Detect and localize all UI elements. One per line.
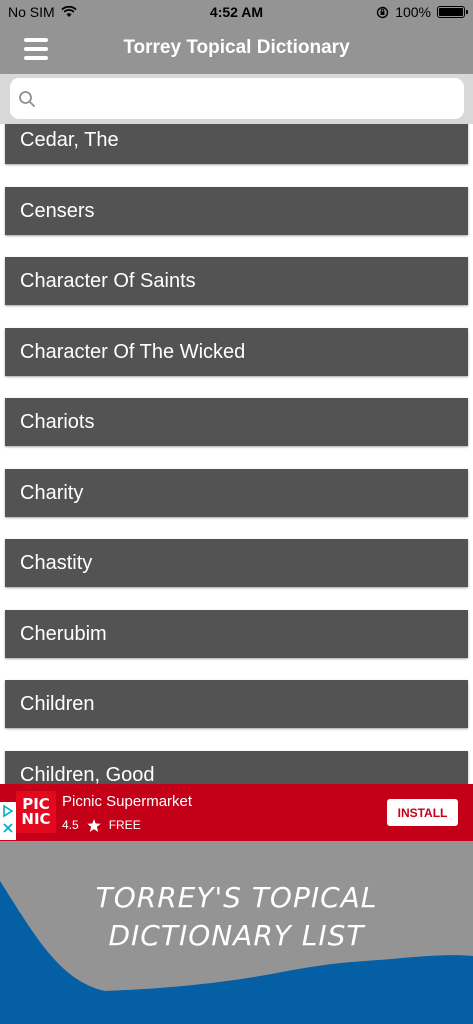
status-right: 100% <box>376 4 468 20</box>
search-icon <box>19 91 35 107</box>
list-item[interactable]: Chariots <box>5 398 468 446</box>
battery-percent: 100% <box>395 4 431 20</box>
topic-list: Cedar, The Censers Character Of Saints C… <box>0 124 473 784</box>
battery-icon <box>437 6 468 18</box>
bottom-banner: TORREY'S TOPICAL DICTIONARY LIST <box>0 841 473 1024</box>
banner-line1: TORREY'S TOPICAL <box>95 881 378 914</box>
list-item[interactable]: Cedar, The <box>5 124 468 164</box>
ad-banner[interactable]: PIC NIC Picnic Supermarket 4.5 FREE INST… <box>0 784 473 841</box>
orientation-lock-icon <box>376 6 389 18</box>
status-bar: No SIM 4:52 AM 100% <box>0 0 473 24</box>
ad-logo-line2: NIC <box>21 810 51 828</box>
list-item[interactable]: Children <box>5 680 468 728</box>
search-input[interactable] <box>44 78 454 119</box>
page-title: Torrey Topical Dictionary <box>123 37 350 58</box>
ad-logo: PIC NIC <box>16 791 56 833</box>
ad-price: FREE <box>108 818 141 832</box>
nav-bar: Torrey Topical Dictionary <box>0 24 473 74</box>
list-item[interactable]: Children, Good <box>5 751 468 784</box>
ad-meta: 4.5 FREE <box>62 818 141 832</box>
star-icon <box>86 818 101 832</box>
ad-choices-icon[interactable] <box>0 802 16 840</box>
hamburger-menu-icon[interactable] <box>24 38 48 60</box>
list-item[interactable]: Censers <box>5 187 468 235</box>
search-bar <box>0 74 473 124</box>
ad-title: Picnic Supermarket <box>62 793 193 810</box>
list-item[interactable]: Cherubim <box>5 610 468 658</box>
list-item[interactable]: Character Of The Wicked <box>5 328 468 376</box>
install-button[interactable]: INSTALL <box>387 799 458 826</box>
banner-line2: DICTIONARY LIST <box>108 919 365 952</box>
list-item[interactable]: Chastity <box>5 539 468 587</box>
list-item[interactable]: Charity <box>5 469 468 517</box>
banner-title: TORREY'S TOPICAL DICTIONARY LIST <box>0 879 473 955</box>
search-box[interactable] <box>10 78 464 119</box>
list-item[interactable]: Character Of Saints <box>5 257 468 305</box>
ad-rating: 4.5 <box>62 818 79 832</box>
